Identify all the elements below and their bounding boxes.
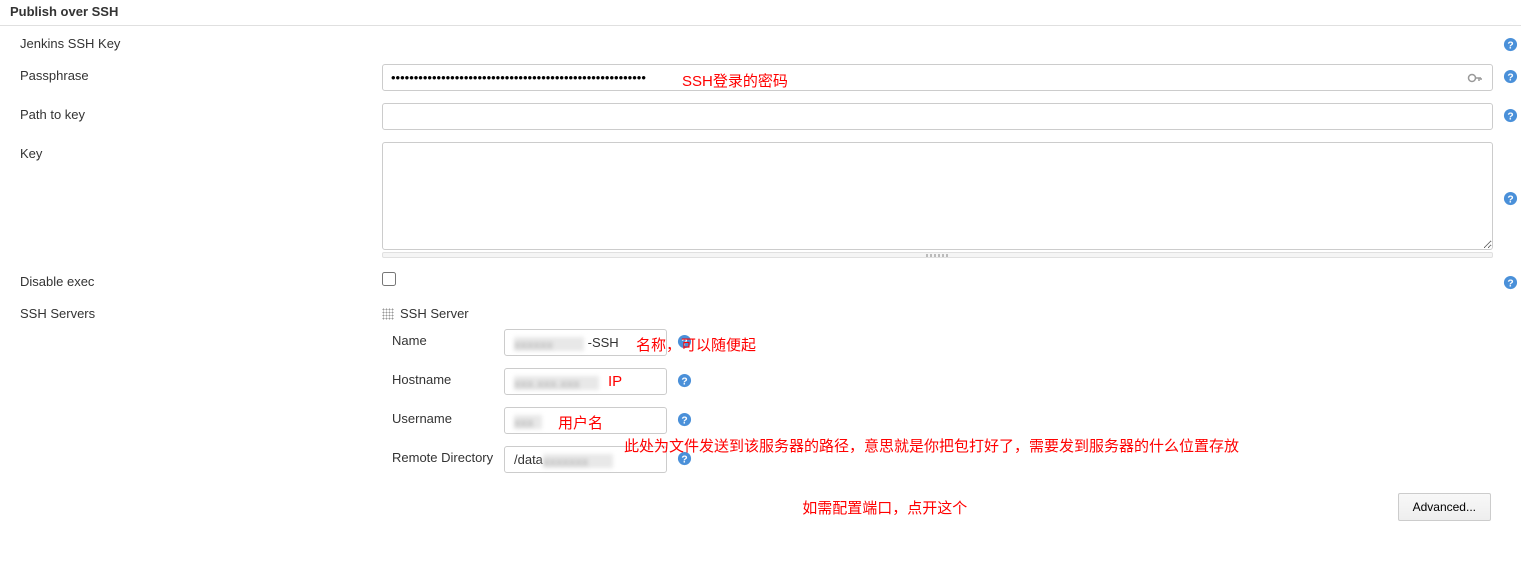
- passphrase-label: Passphrase: [20, 64, 382, 83]
- ssh-servers-label: SSH Servers: [20, 302, 382, 321]
- server-name-label: Name: [392, 329, 504, 348]
- disable-exec-label: Disable exec: [20, 270, 382, 289]
- key-label: Key: [20, 142, 382, 161]
- server-username-input[interactable]: [504, 407, 667, 434]
- svg-text:?: ?: [681, 454, 687, 465]
- help-icon[interactable]: ?: [676, 333, 692, 349]
- svg-text:?: ?: [1507, 111, 1513, 122]
- server-hostname-label: Hostname: [392, 368, 504, 387]
- server-username-label: Username: [392, 407, 504, 426]
- svg-text:?: ?: [1507, 40, 1513, 51]
- svg-text:?: ?: [1507, 278, 1513, 289]
- svg-text:?: ?: [681, 415, 687, 426]
- help-icon[interactable]: ?: [1502, 68, 1518, 84]
- drag-handle-icon[interactable]: [382, 308, 394, 320]
- help-icon[interactable]: ?: [1502, 274, 1518, 290]
- server-remote-dir-input[interactable]: [504, 446, 667, 473]
- passphrase-input[interactable]: [382, 64, 1493, 91]
- section-title: Publish over SSH: [0, 0, 1521, 26]
- resize-handle[interactable]: [382, 252, 1493, 258]
- annotation-advanced: 如需配置端口，点开这个: [802, 497, 967, 518]
- key-icon: [1467, 70, 1483, 89]
- ssh-server-header: SSH Server: [400, 306, 469, 321]
- server-hostname-input[interactable]: [504, 368, 667, 395]
- jenkins-ssh-key-label: Jenkins SSH Key: [20, 32, 382, 51]
- annotation-remote-dir: 此处为文件发送到该服务器的路径，意思就是你把包打好了，需要发到服务器的什么位置存…: [624, 436, 1244, 459]
- advanced-button[interactable]: Advanced...: [1398, 493, 1491, 521]
- server-name-input[interactable]: [504, 329, 667, 356]
- svg-text:?: ?: [1507, 72, 1513, 83]
- svg-text:?: ?: [681, 376, 687, 387]
- disable-exec-checkbox[interactable]: [382, 272, 396, 286]
- path-to-key-input[interactable]: [382, 103, 1493, 130]
- help-icon[interactable]: ?: [1502, 36, 1518, 52]
- help-icon[interactable]: ?: [1502, 190, 1518, 206]
- svg-text:?: ?: [1507, 194, 1513, 205]
- svg-text:?: ?: [681, 337, 687, 348]
- help-icon[interactable]: ?: [676, 411, 692, 427]
- server-remote-dir-label: Remote Directory: [392, 446, 504, 465]
- help-icon[interactable]: ?: [1502, 107, 1518, 123]
- help-icon[interactable]: ?: [676, 372, 692, 388]
- path-to-key-label: Path to key: [20, 103, 382, 122]
- help-icon[interactable]: ?: [676, 450, 692, 466]
- key-textarea[interactable]: [382, 142, 1493, 250]
